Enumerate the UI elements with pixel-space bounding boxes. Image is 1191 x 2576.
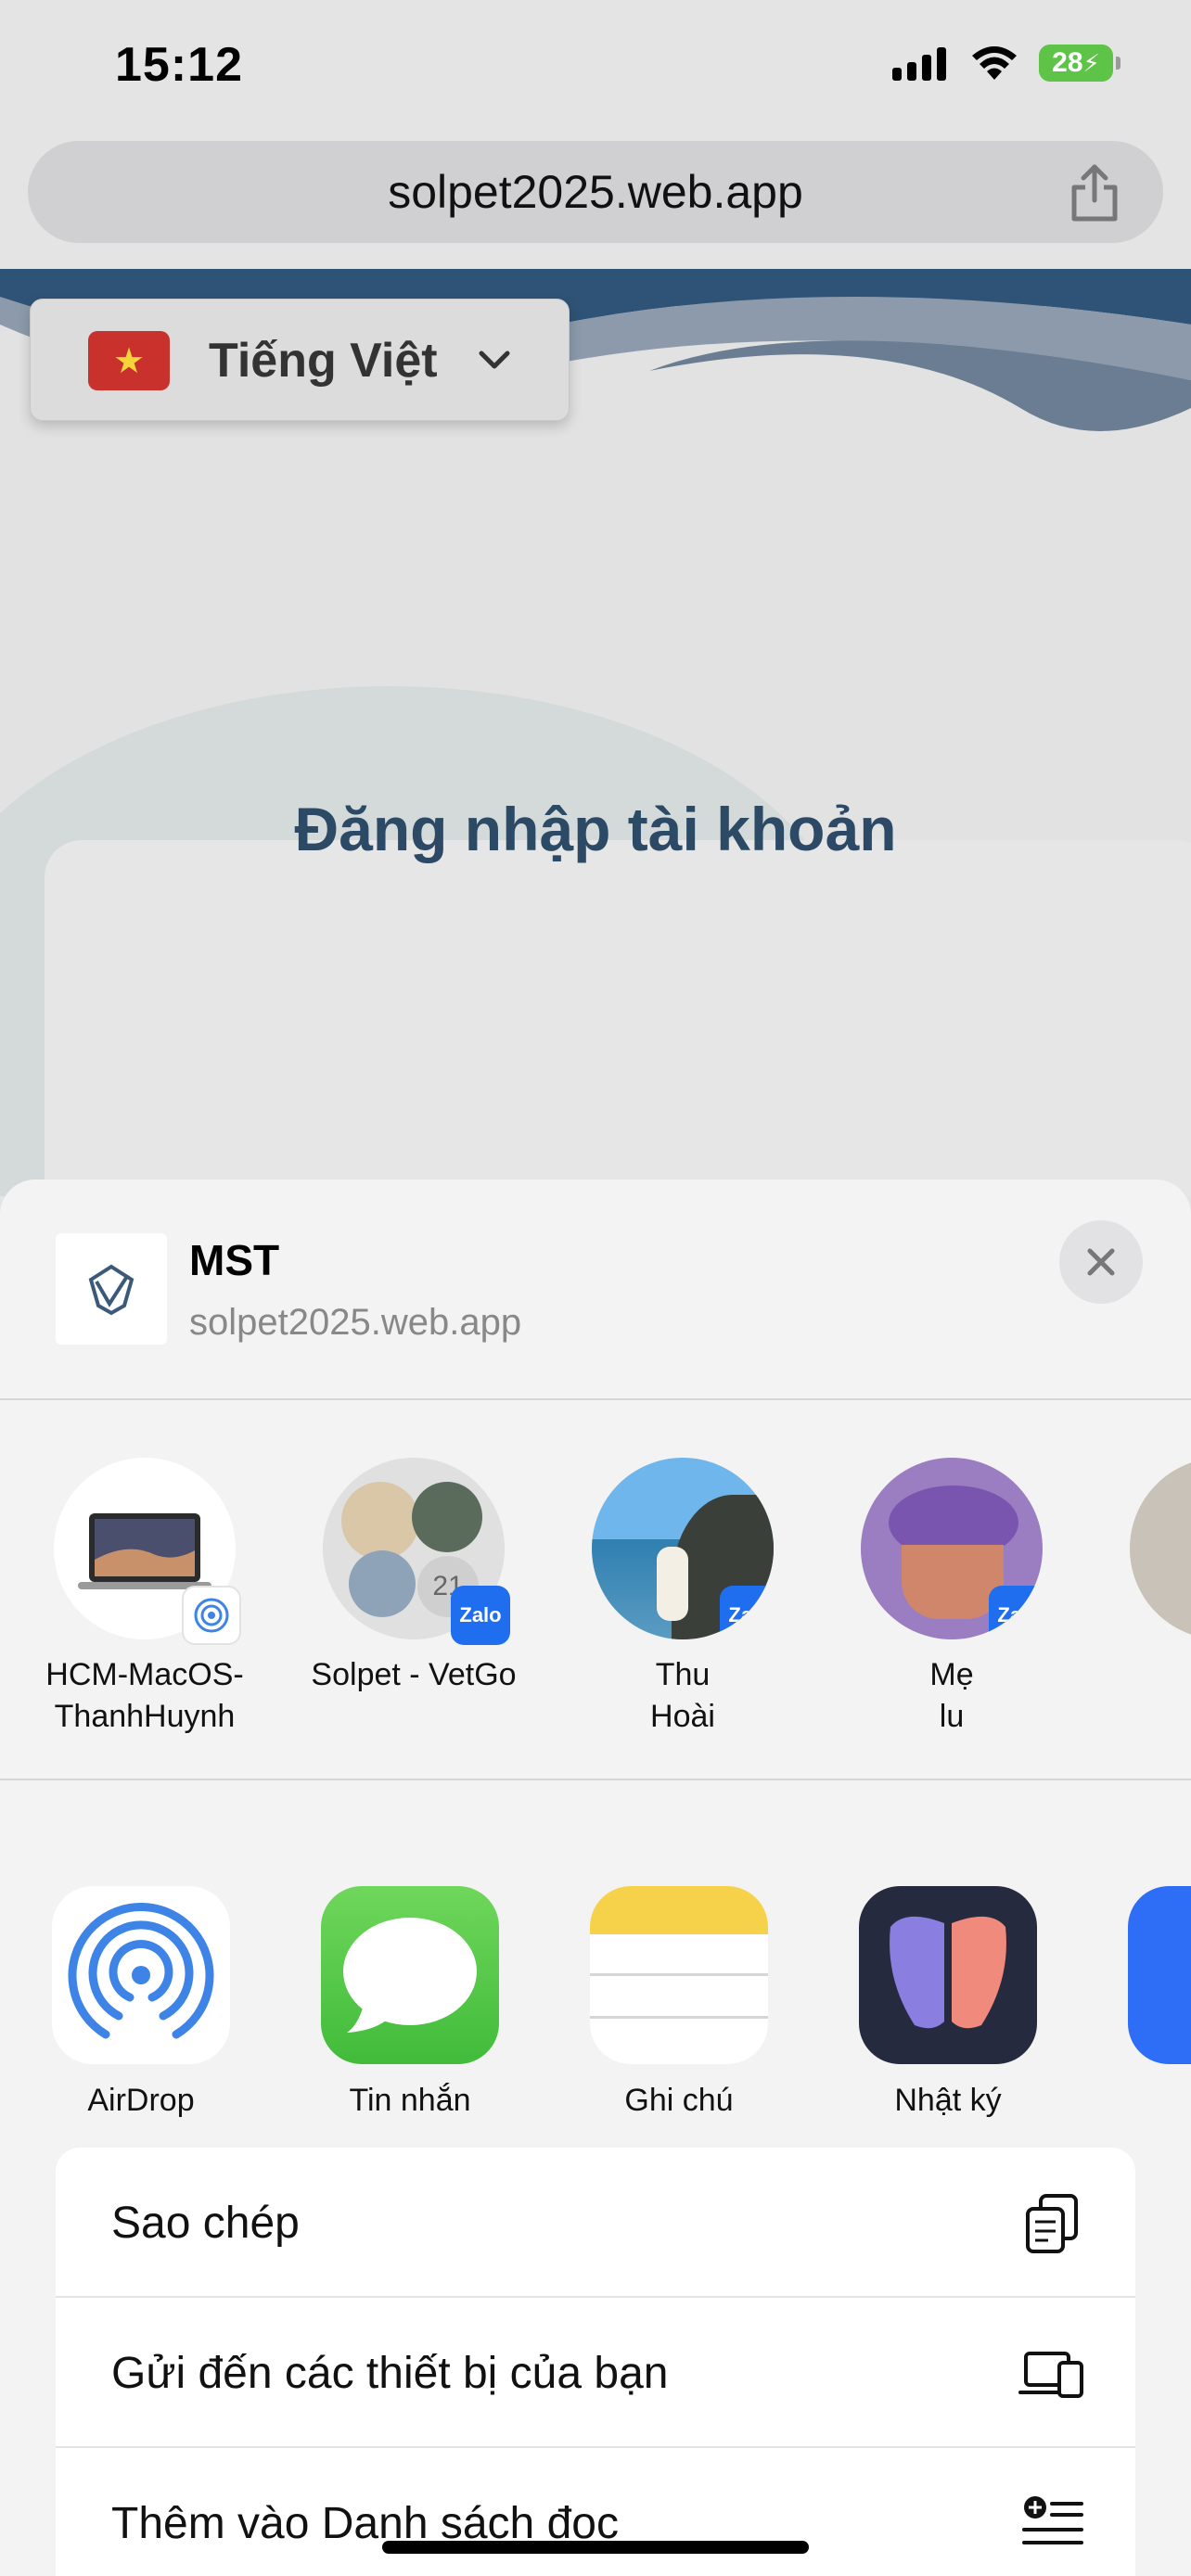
contact-item[interactable]: 21 Zalo Solpet - VetGo bbox=[302, 1458, 525, 1696]
avatar[interactable]: Zalo bbox=[592, 1458, 774, 1639]
share-sheet-header: MST solpet2025.web.app bbox=[0, 1180, 1191, 1400]
avatar[interactable] bbox=[1130, 1458, 1191, 1639]
share-icon[interactable] bbox=[1067, 163, 1122, 223]
contact-name: HCM-MacOS- ThanhHuynh bbox=[45, 1657, 244, 1734]
action-send-to-devices[interactable]: Gửi đến các thiết bị của bạn bbox=[56, 2298, 1135, 2448]
app-label: Fac bbox=[1106, 2083, 1191, 2119]
app-label: Tin nhắn bbox=[349, 2083, 471, 2118]
reading-list-icon bbox=[1022, 2496, 1083, 2544]
close-icon[interactable] bbox=[1082, 1243, 1120, 1281]
action-copy[interactable]: Sao chép bbox=[56, 2148, 1135, 2298]
app-messages[interactable]: Tin nhắn bbox=[299, 1886, 521, 2119]
battery-charging-icon: 28 ⚡ bbox=[1039, 45, 1121, 82]
home-indicator[interactable] bbox=[382, 2541, 809, 2554]
status-time: 15:12 bbox=[115, 38, 243, 92]
language-selector[interactable]: ★ Tiếng Việt bbox=[30, 299, 570, 421]
airdrop-icon[interactable] bbox=[52, 1886, 230, 2064]
share-sheet: MST solpet2025.web.app HCM-MacOS- ThanhH… bbox=[0, 1180, 1191, 2576]
share-apps-row: AirDrop Tin nhắn Ghi chú Nhật ký bbox=[0, 1782, 1191, 2118]
copy-icon bbox=[1026, 2194, 1078, 2253]
messages-icon[interactable] bbox=[321, 1886, 499, 2064]
contact-name: Solpet - VetGo bbox=[311, 1657, 517, 1692]
contact-name: Mẹ lu bbox=[929, 1657, 974, 1734]
status-icons: 28 ⚡ bbox=[892, 45, 1121, 82]
zalo-badge-icon: Zalo bbox=[451, 1586, 510, 1645]
zalo-badge-icon: Zalo bbox=[720, 1586, 774, 1639]
app-airdrop[interactable]: AirDrop bbox=[30, 1886, 252, 2119]
address-text[interactable]: solpet2025.web.app bbox=[28, 165, 1163, 219]
contact-name: N bbox=[1109, 1654, 1191, 1696]
address-bar[interactable]: solpet2025.web.app bbox=[28, 141, 1163, 243]
site-url: solpet2025.web.app bbox=[189, 1302, 522, 1343]
vietnam-flag-icon: ★ bbox=[88, 331, 170, 390]
app-label: AirDrop bbox=[87, 2083, 195, 2118]
contact-name: Thu Hoài bbox=[650, 1657, 715, 1734]
app-label: Nhật ký bbox=[894, 2083, 1002, 2118]
group-avatar[interactable]: 21 Zalo bbox=[323, 1458, 510, 1645]
contact-item[interactable]: HCM-MacOS- ThanhHuynh bbox=[33, 1458, 256, 1738]
wifi-icon bbox=[972, 46, 1017, 80]
status-bar: 15:12 28 ⚡ bbox=[0, 0, 1191, 139]
contact-item[interactable]: N bbox=[1109, 1458, 1191, 1696]
battery-level: 28 bbox=[1052, 47, 1083, 78]
action-add-reading-list[interactable]: Thêm vào Danh sách đọc bbox=[56, 2448, 1135, 2576]
contact-item[interactable]: Zalo Thu Hoài bbox=[571, 1458, 794, 1738]
journal-icon[interactable] bbox=[859, 1886, 1037, 2064]
avatar[interactable] bbox=[54, 1458, 241, 1645]
facebook-icon[interactable] bbox=[1128, 1886, 1191, 2064]
devices-icon bbox=[1018, 2352, 1083, 2398]
app-notes[interactable]: Ghi chú bbox=[568, 1886, 790, 2119]
signal-icon bbox=[892, 45, 950, 81]
chevron-down-icon bbox=[479, 351, 510, 369]
login-title: Đăng nhập tài khoản bbox=[294, 795, 897, 863]
site-logo-icon bbox=[56, 1233, 167, 1345]
app-facebook[interactable]: Fac bbox=[1106, 1886, 1191, 2119]
login-card bbox=[45, 840, 1191, 1196]
zalo-badge-icon: Zalo bbox=[989, 1586, 1043, 1639]
airdrop-badge-icon bbox=[182, 1586, 241, 1645]
close-button[interactable] bbox=[1059, 1220, 1143, 1304]
app-label: Ghi chú bbox=[624, 2083, 734, 2118]
language-label: Tiếng Việt bbox=[209, 334, 438, 388]
avatar[interactable]: Zalo bbox=[861, 1458, 1043, 1639]
action-label: Sao chép bbox=[111, 2199, 300, 2248]
action-label: Gửi đến các thiết bị của bạn bbox=[111, 2349, 669, 2398]
notes-icon[interactable] bbox=[590, 1886, 768, 2064]
share-contacts-row: HCM-MacOS- ThanhHuynh 21 Zalo Solpet - V… bbox=[0, 1402, 1191, 1780]
site-name: MST bbox=[189, 1236, 280, 1284]
app-journal[interactable]: Nhật ký bbox=[837, 1886, 1059, 2119]
share-actions-list: Sao chép Gửi đến các thiết bị của bạn Th… bbox=[56, 2148, 1135, 2576]
contact-item[interactable]: Zalo Mẹ lu bbox=[840, 1458, 1063, 1738]
web-page: ★ Tiếng Việt bbox=[0, 269, 1191, 1196]
